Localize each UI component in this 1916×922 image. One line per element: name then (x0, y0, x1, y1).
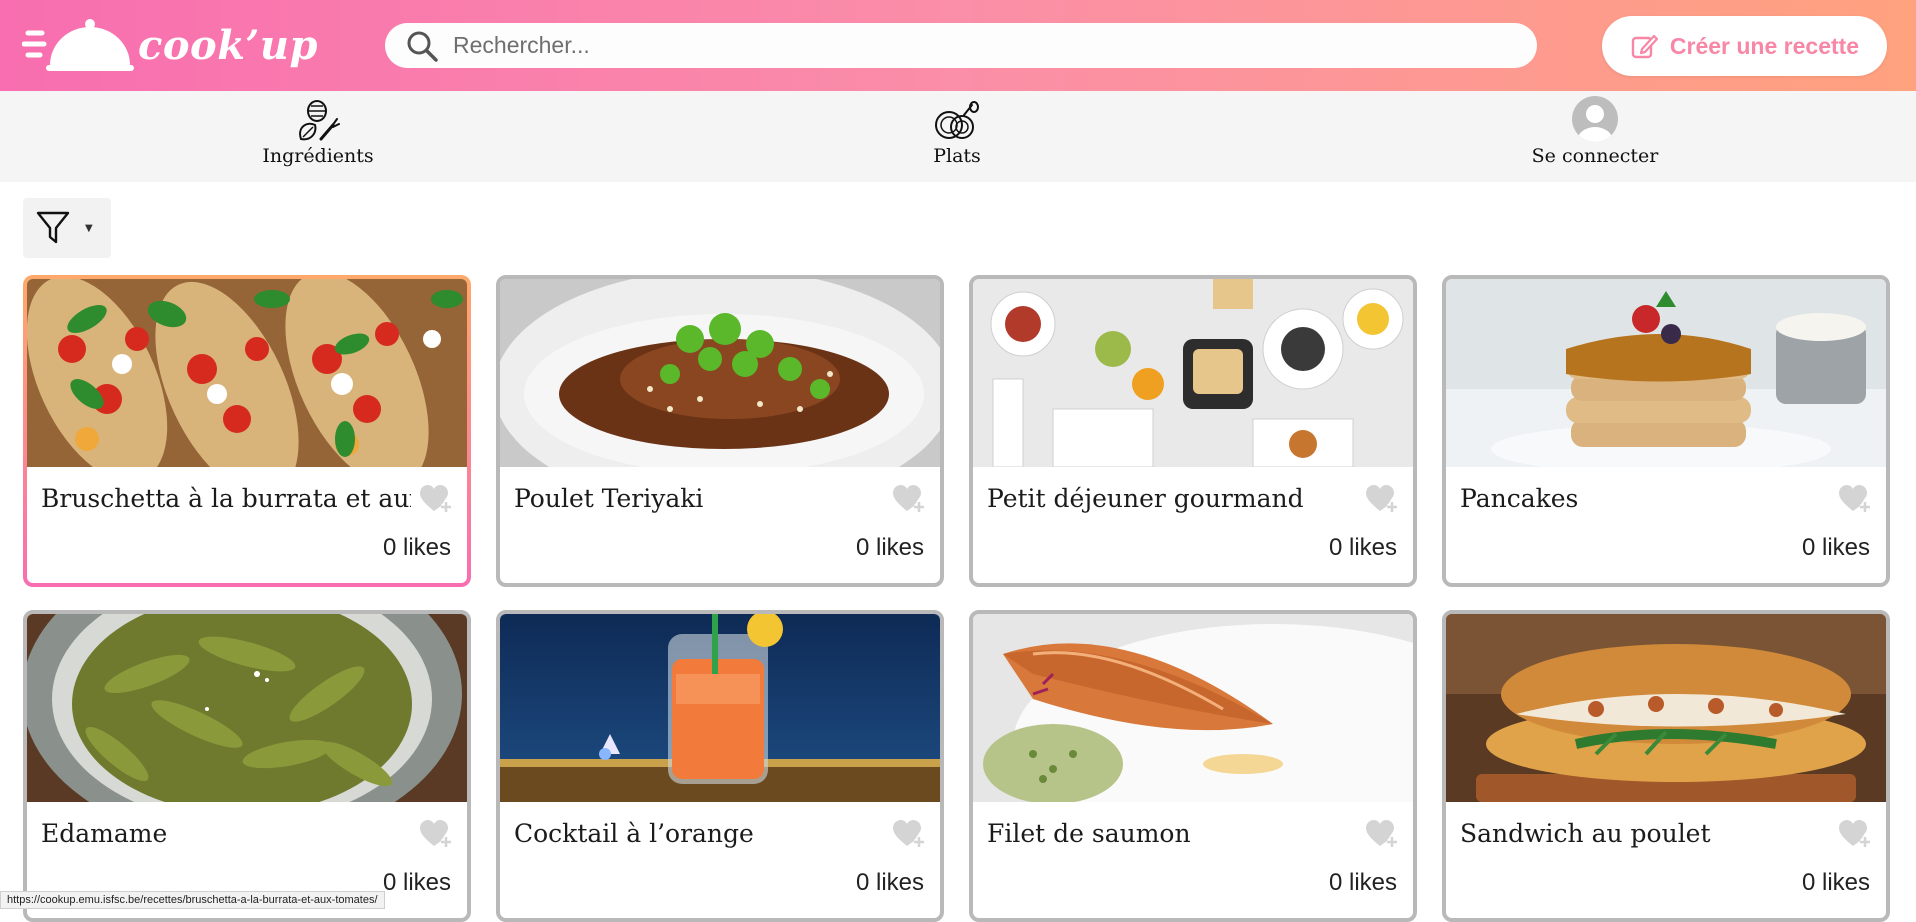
recipe-image (1446, 279, 1886, 467)
recipe-title: Pancakes (1460, 484, 1579, 513)
recipe-likes: 0 likes (1328, 534, 1397, 561)
search-bar[interactable] (385, 23, 1537, 68)
like-heart-icon[interactable] (419, 819, 453, 849)
chevron-down-icon: ▼ (85, 222, 93, 234)
like-heart-icon[interactable] (419, 484, 453, 514)
create-recipe-label: Créer une recette (1669, 32, 1860, 59)
recipe-card[interactable]: Sandwich au poulet 0 likes (1442, 610, 1890, 922)
nav-item-ingredients[interactable]: Ingrédients (198, 91, 438, 182)
like-heart-icon[interactable] (1365, 484, 1399, 514)
recipe-card[interactable]: Petit déjeuner gourmand 0 likes (969, 275, 1417, 587)
recipe-likes: 0 likes (382, 534, 451, 561)
recipe-card[interactable]: Pancakes 0 likes (1442, 275, 1890, 587)
recipe-image (500, 279, 940, 467)
recipe-card[interactable]: Cocktail à l’orange 0 likes (496, 610, 944, 922)
recipe-title: Poulet Teriyaki (514, 484, 704, 513)
filter-icon (36, 211, 70, 244)
recipe-likes: 0 likes (382, 869, 451, 896)
search-input[interactable] (453, 32, 1453, 59)
brand-name: cook’up (138, 21, 318, 69)
recipe-card[interactable]: Edamame 0 likes (23, 610, 471, 922)
avatar-icon (1572, 96, 1618, 142)
recipe-title: Filet de saumon (987, 819, 1191, 848)
search-icon (407, 31, 438, 62)
recipe-image (27, 279, 467, 467)
like-heart-icon[interactable] (892, 819, 926, 849)
recipe-likes: 0 likes (855, 869, 924, 896)
nav-label-login: Se connecter (1531, 145, 1659, 167)
recipe-title: Cocktail à l’orange (514, 819, 754, 848)
recipe-image (973, 614, 1413, 802)
edit-icon (1631, 34, 1658, 59)
nav-item-login[interactable]: Se connecter (1475, 91, 1715, 182)
nav-label-plats: Plats (933, 145, 981, 167)
like-heart-icon[interactable] (892, 484, 926, 514)
recipe-card[interactable]: Poulet Teriyaki 0 likes (496, 275, 944, 587)
recipe-likes: 0 likes (1801, 534, 1870, 561)
status-url: https://cookup.emu.isfsc.be/recettes/bru… (0, 891, 385, 909)
like-heart-icon[interactable] (1838, 819, 1872, 849)
filter-dropdown-button[interactable]: ▼ (23, 198, 111, 258)
recipe-title: Bruschetta à la burrata et aux tomates (41, 484, 411, 513)
recipe-title: Petit déjeuner gourmand (987, 484, 1304, 513)
create-recipe-button[interactable]: Créer une recette (1602, 16, 1887, 76)
header-bar: cook’up Créer une recette (0, 0, 1916, 91)
main-nav: Ingrédients Plats Se connecter (0, 91, 1916, 182)
recipe-image (973, 279, 1413, 467)
recipe-title: Edamame (41, 819, 168, 848)
recipe-image (500, 614, 940, 802)
recipe-card[interactable]: Filet de saumon 0 likes (969, 610, 1417, 922)
recipe-likes: 0 likes (855, 534, 924, 561)
nav-item-plats[interactable]: Plats (837, 91, 1077, 182)
recipe-image (27, 614, 467, 802)
recipe-image (1446, 614, 1886, 802)
recipe-likes: 0 likes (1328, 869, 1397, 896)
recipe-likes: 0 likes (1801, 869, 1870, 896)
logo[interactable]: cook’up (22, 12, 318, 78)
ingredients-icon (299, 100, 340, 141)
like-heart-icon[interactable] (1838, 484, 1872, 514)
recipe-card[interactable]: Bruschetta à la burrata et aux tomates 0… (23, 275, 471, 587)
dish-icon (935, 101, 979, 139)
nav-label-ingredients: Ingrédients (262, 145, 374, 167)
like-heart-icon[interactable] (1365, 819, 1399, 849)
cloche-icon (22, 19, 134, 71)
recipe-title: Sandwich au poulet (1460, 819, 1711, 848)
